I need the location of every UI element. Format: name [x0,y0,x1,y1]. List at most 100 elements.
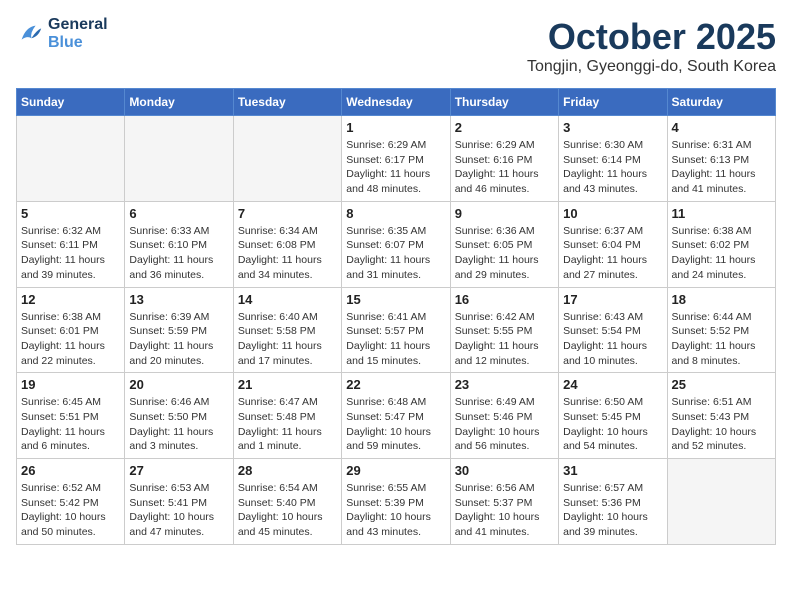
day-detail: Sunrise: 6:43 AM Sunset: 5:54 PM Dayligh… [563,310,662,369]
calendar-cell: 23Sunrise: 6:49 AM Sunset: 5:46 PM Dayli… [450,373,558,459]
day-number: 24 [563,377,662,392]
calendar-table: SundayMondayTuesdayWednesdayThursdayFrid… [16,88,776,545]
day-number: 20 [129,377,228,392]
weekday-header-sunday: Sunday [17,89,125,116]
day-detail: Sunrise: 6:47 AM Sunset: 5:48 PM Dayligh… [238,395,337,454]
calendar-cell: 20 Sunrise: 6:46 AM Sunset: 5:50 PM Dayli… [125,373,233,459]
calendar-cell: 2 Sunrise: 6:29 AM Sunset: 6:16 PM Daylig… [450,116,558,202]
day-detail: Sunrise: 6:36 AM Sunset: 6:05 PM Dayligh… [455,224,554,283]
weekday-header-saturday: Saturday [667,89,775,116]
day-number: 1 [346,120,445,135]
calendar-cell: 11 Sunrise: 6:38 AM Sunset: 6:02 PM Dayli… [667,201,775,287]
day-number: 5 [21,206,120,221]
calendar-cell: 9 Sunrise: 6:36 AM Sunset: 6:05 PM Daylig… [450,201,558,287]
day-number: 26 [21,463,120,478]
day-detail: Sunrise: 6:30 AM Sunset: 6:14 PM Dayligh… [563,138,662,197]
calendar-cell: 29 Sunrise: 6:55 AM Sunset: 5:39 PM Dayli… [342,459,450,545]
calendar-cell: 28 Sunrise: 6:54 AM Sunset: 5:40 PM Dayli… [233,459,341,545]
day-detail: Sunrise: 6:38 AM Sunset: 6:01 PM Dayligh… [21,310,120,369]
day-detail: Sunrise: 6:46 AM Sunset: 5:50 PM Dayligh… [129,395,228,454]
calendar-cell: 21 Sunrise: 6:47 AM Sunset: 5:48 PM Dayli… [233,373,341,459]
day-detail: Sunrise: 6:56 AM Sunset: 5:37 PM Dayligh… [455,481,554,540]
day-number: 19 [21,377,120,392]
calendar-cell: 1 Sunrise: 6:29 AM Sunset: 6:17 PM Daylig… [342,116,450,202]
calendar-week-row: 5 Sunrise: 6:32 AM Sunset: 6:11 PM Daylig… [17,201,776,287]
title-area: October 2025 Tongjin, Gyeonggi-do, South… [527,16,776,76]
calendar-cell [233,116,341,202]
day-number: 17 [563,292,662,307]
day-detail: Sunrise: 6:29 AM Sunset: 6:17 PM Dayligh… [346,138,445,197]
day-detail: Sunrise: 6:31 AM Sunset: 6:13 PM Dayligh… [672,138,771,197]
day-detail: Sunrise: 6:55 AM Sunset: 5:39 PM Dayligh… [346,481,445,540]
day-number: 27 [129,463,228,478]
day-detail: Sunrise: 6:45 AM Sunset: 5:51 PM Dayligh… [21,395,120,454]
day-number: 31 [563,463,662,478]
logo-text: General Blue [48,16,108,52]
calendar-cell: 24Sunrise: 6:50 AM Sunset: 5:45 PM Dayli… [559,373,667,459]
day-number: 14 [238,292,337,307]
day-detail: Sunrise: 6:49 AM Sunset: 5:46 PM Dayligh… [455,395,554,454]
calendar-week-row: 1 Sunrise: 6:29 AM Sunset: 6:17 PM Daylig… [17,116,776,202]
calendar-cell: 4Sunrise: 6:31 AM Sunset: 6:13 PM Daylig… [667,116,775,202]
calendar-cell: 27 Sunrise: 6:53 AM Sunset: 5:41 PM Dayli… [125,459,233,545]
day-detail: Sunrise: 6:53 AM Sunset: 5:41 PM Dayligh… [129,481,228,540]
calendar-cell: 26 Sunrise: 6:52 AM Sunset: 5:42 PM Dayli… [17,459,125,545]
day-number: 25 [672,377,771,392]
day-number: 28 [238,463,337,478]
day-number: 3 [563,120,662,135]
weekday-header-tuesday: Tuesday [233,89,341,116]
day-number: 9 [455,206,554,221]
day-detail: Sunrise: 6:37 AM Sunset: 6:04 PM Dayligh… [563,224,662,283]
day-number: 15 [346,292,445,307]
day-number: 29 [346,463,445,478]
location-title: Tongjin, Gyeonggi-do, South Korea [527,58,776,76]
day-detail: Sunrise: 6:57 AM Sunset: 5:36 PM Dayligh… [563,481,662,540]
calendar-cell: 15 Sunrise: 6:41 AM Sunset: 5:57 PM Dayli… [342,287,450,373]
calendar-cell: 25 Sunrise: 6:51 AM Sunset: 5:43 PM Dayli… [667,373,775,459]
day-detail: Sunrise: 6:34 AM Sunset: 6:08 PM Dayligh… [238,224,337,283]
calendar-cell [17,116,125,202]
calendar-cell: 13Sunrise: 6:39 AM Sunset: 5:59 PM Dayli… [125,287,233,373]
day-number: 11 [672,206,771,221]
day-number: 7 [238,206,337,221]
calendar-cell: 5 Sunrise: 6:32 AM Sunset: 6:11 PM Daylig… [17,201,125,287]
day-number: 30 [455,463,554,478]
day-detail: Sunrise: 6:40 AM Sunset: 5:58 PM Dayligh… [238,310,337,369]
day-number: 12 [21,292,120,307]
day-detail: Sunrise: 6:33 AM Sunset: 6:10 PM Dayligh… [129,224,228,283]
day-number: 2 [455,120,554,135]
weekday-header-thursday: Thursday [450,89,558,116]
calendar-cell: 12 Sunrise: 6:38 AM Sunset: 6:01 PM Dayli… [17,287,125,373]
calendar-cell [667,459,775,545]
day-number: 21 [238,377,337,392]
page-header: General Blue October 2025 Tongjin, Gyeon… [16,16,776,76]
day-detail: Sunrise: 6:48 AM Sunset: 5:47 PM Dayligh… [346,395,445,454]
day-number: 10 [563,206,662,221]
day-detail: Sunrise: 6:51 AM Sunset: 5:43 PM Dayligh… [672,395,771,454]
day-number: 18 [672,292,771,307]
calendar-cell: 19 Sunrise: 6:45 AM Sunset: 5:51 PM Dayli… [17,373,125,459]
day-detail: Sunrise: 6:42 AM Sunset: 5:55 PM Dayligh… [455,310,554,369]
calendar-cell: 3 Sunrise: 6:30 AM Sunset: 6:14 PM Daylig… [559,116,667,202]
day-detail: Sunrise: 6:35 AM Sunset: 6:07 PM Dayligh… [346,224,445,283]
calendar-cell: 6 Sunrise: 6:33 AM Sunset: 6:10 PM Daylig… [125,201,233,287]
calendar-cell: 30 Sunrise: 6:56 AM Sunset: 5:37 PM Dayli… [450,459,558,545]
day-number: 6 [129,206,228,221]
calendar-cell: 17 Sunrise: 6:43 AM Sunset: 5:54 PM Dayli… [559,287,667,373]
weekday-header-wednesday: Wednesday [342,89,450,116]
day-number: 16 [455,292,554,307]
day-detail: Sunrise: 6:52 AM Sunset: 5:42 PM Dayligh… [21,481,120,540]
day-detail: Sunrise: 6:41 AM Sunset: 5:57 PM Dayligh… [346,310,445,369]
logo-icon [16,20,44,48]
day-number: 8 [346,206,445,221]
weekday-header-row: SundayMondayTuesdayWednesdayThursdayFrid… [17,89,776,116]
day-detail: Sunrise: 6:38 AM Sunset: 6:02 PM Dayligh… [672,224,771,283]
calendar-week-row: 19 Sunrise: 6:45 AM Sunset: 5:51 PM Dayli… [17,373,776,459]
day-detail: Sunrise: 6:29 AM Sunset: 6:16 PM Dayligh… [455,138,554,197]
calendar-cell: 31 Sunrise: 6:57 AM Sunset: 5:36 PM Dayli… [559,459,667,545]
day-detail: Sunrise: 6:44 AM Sunset: 5:52 PM Dayligh… [672,310,771,369]
day-detail: Sunrise: 6:32 AM Sunset: 6:11 PM Dayligh… [21,224,120,283]
calendar-week-row: 26 Sunrise: 6:52 AM Sunset: 5:42 PM Dayli… [17,459,776,545]
calendar-cell: 22Sunrise: 6:48 AM Sunset: 5:47 PM Dayli… [342,373,450,459]
day-detail: Sunrise: 6:54 AM Sunset: 5:40 PM Dayligh… [238,481,337,540]
